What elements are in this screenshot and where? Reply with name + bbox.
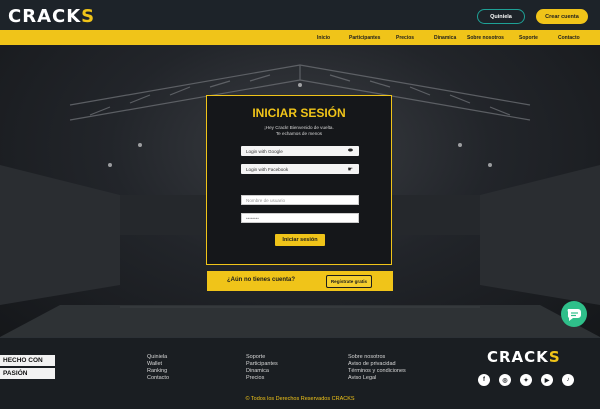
chat-icon[interactable]: [561, 301, 587, 327]
login-panel: INICIAR SESIÓN ¡Hey Crack! Bienvenido de…: [206, 95, 392, 265]
made-with-badge-line2: PASIÓN: [0, 368, 55, 379]
footer-link-dinamica[interactable]: Dinamica: [246, 368, 269, 374]
signup-question: ¿Aún no tienes cuenta?: [227, 277, 296, 283]
chat-bubble-glyph: [567, 309, 581, 321]
login-facebook-button[interactable]: Login with Facebook ☛: [241, 164, 359, 174]
main-nav: Inicio Participantes Precios Dinamica So…: [0, 31, 600, 45]
facebook-icon: ☛: [347, 166, 353, 173]
quiniela-button[interactable]: Quiniela: [477, 9, 525, 24]
login-subtitle-line1: ¡Hey Crack! Bienvenido de vuelta.: [264, 125, 334, 130]
username-field[interactable]: Nombre de usuario: [241, 195, 359, 205]
nav-item-sobre-nosotros[interactable]: Sobre nosotros: [467, 35, 504, 41]
login-title: INICIAR SESIÓN: [252, 106, 346, 120]
made-with-badge-line1: HECHO CON: [0, 355, 55, 366]
nav-item-contacto[interactable]: Contacto: [558, 35, 580, 41]
footer-logo-accent: S: [548, 348, 561, 366]
nav-item-dinamica[interactable]: Dinamica: [434, 35, 456, 41]
footer-link-soporte[interactable]: Soporte: [246, 354, 265, 360]
footer-link-contacto[interactable]: Contacto: [147, 375, 169, 381]
footer-link-sobre-nosotros[interactable]: Sobre nosotros: [348, 354, 385, 360]
login-facebook-label: Login with Facebook: [246, 166, 289, 172]
footer-link-precios[interactable]: Precios: [246, 375, 264, 381]
login-subtitle-line2: Te echamos de menos: [275, 131, 323, 136]
footer: HECHO CON PASIÓN Quiniela Wallet Ranking…: [0, 337, 600, 409]
footer-logo-text: CRACK: [487, 348, 549, 366]
logo-accent: S: [81, 6, 96, 27]
top-header: CRACKS Quiniela Crear cuenta: [0, 0, 600, 31]
footer-logo: CRACKS: [487, 348, 561, 366]
twitter-icon[interactable]: ✦: [520, 374, 532, 386]
youtube-icon[interactable]: ▶: [541, 374, 553, 386]
footer-link-wallet[interactable]: Wallet: [147, 361, 162, 367]
footer-link-quiniela[interactable]: Quiniela: [147, 354, 167, 360]
facebook-icon[interactable]: f: [478, 374, 490, 386]
google-icon: ⬬: [347, 147, 353, 154]
footer-link-terminos[interactable]: Términos y condiciones: [348, 368, 406, 374]
nav-item-inicio[interactable]: Inicio: [317, 35, 330, 41]
nav-item-soporte[interactable]: Soporte: [519, 35, 538, 41]
nav-item-participantes[interactable]: Participantes: [349, 35, 380, 41]
footer-link-privacidad[interactable]: Aviso de privacidad: [348, 361, 396, 367]
footer-link-ranking[interactable]: Ranking: [147, 368, 167, 374]
nav-item-precios[interactable]: Precios: [396, 35, 414, 41]
signup-panel: ¿Aún no tienes cuenta? Regístrate gratis: [207, 271, 393, 291]
instagram-icon[interactable]: ◎: [499, 374, 511, 386]
login-google-button[interactable]: Login with Google ⬬: [241, 146, 359, 156]
copyright-text: © Todos los Derechos Reservados CRACKS: [245, 396, 355, 402]
footer-link-aviso-legal[interactable]: Aviso Legal: [348, 375, 376, 381]
footer-link-participantes[interactable]: Participantes: [246, 361, 278, 367]
iniciar-sesion-button[interactable]: Iniciar sesión: [275, 234, 325, 246]
login-google-label: Login with Google: [246, 148, 283, 154]
tiktok-icon[interactable]: ♪: [562, 374, 574, 386]
logo-text: CRACK: [8, 6, 82, 27]
registrate-button[interactable]: Regístrate gratis: [326, 274, 372, 288]
cracks-logo[interactable]: CRACKS: [8, 6, 95, 27]
password-field[interactable]: ••••••••: [241, 213, 359, 223]
crear-cuenta-button[interactable]: Crear cuenta: [536, 9, 588, 24]
